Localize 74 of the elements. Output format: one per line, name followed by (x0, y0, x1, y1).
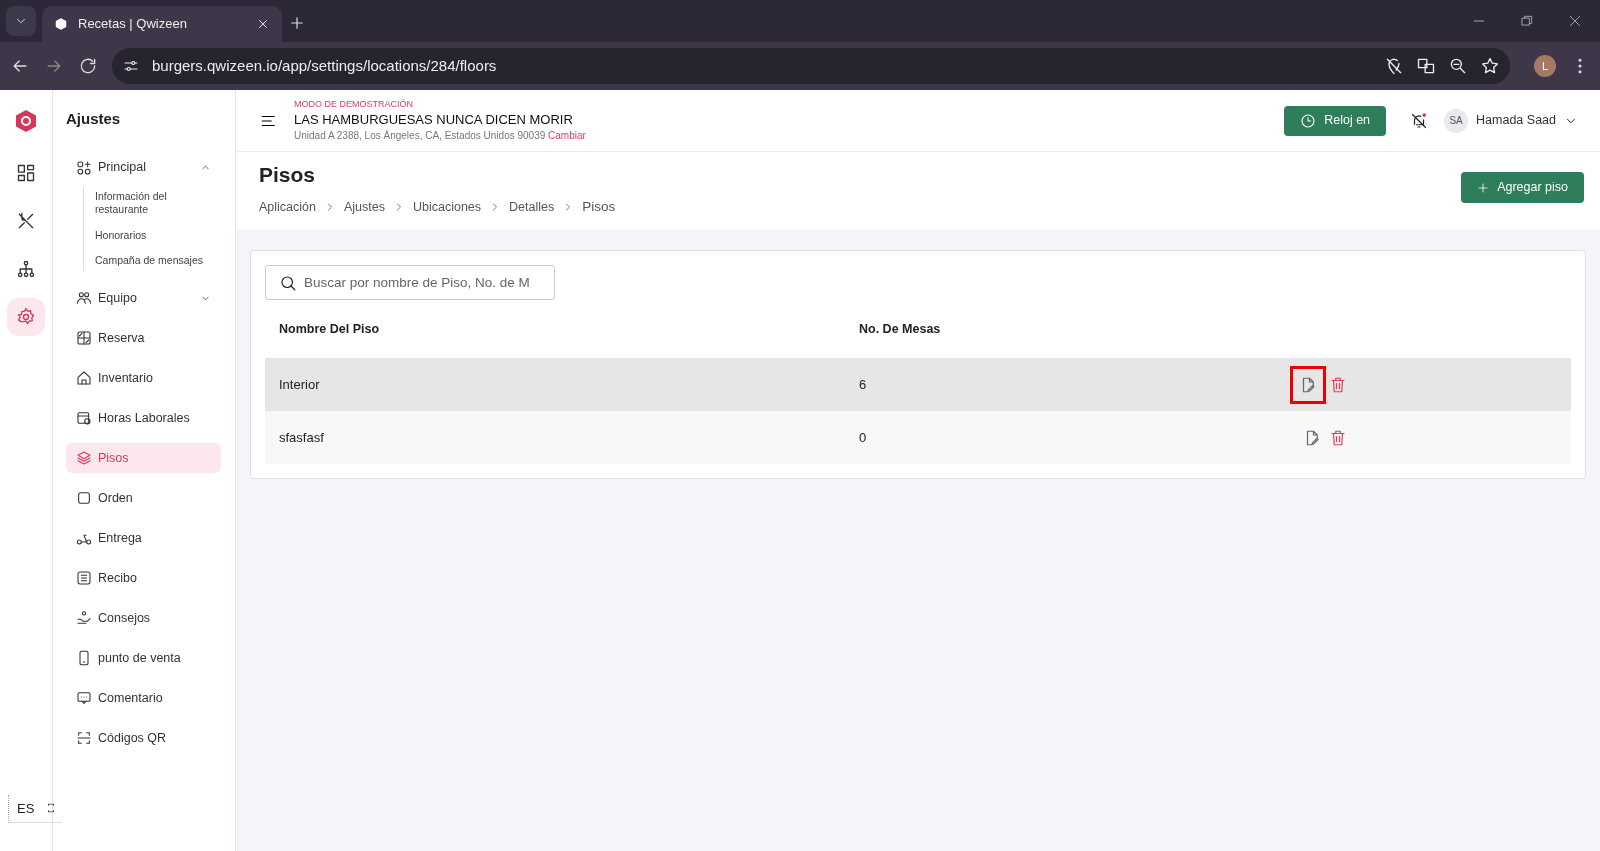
star-icon[interactable] (1480, 56, 1500, 76)
sidebar-item[interactable]: Entrega (66, 523, 221, 554)
breadcrumb-link[interactable]: Detalles (509, 197, 555, 217)
app-logo-icon[interactable] (16, 110, 36, 132)
sidebar-item[interactable]: Pisos (66, 443, 221, 474)
profile-avatar[interactable]: L (1534, 55, 1556, 77)
sidebar-group[interactable]: Equipo (66, 283, 221, 314)
breadcrumb-link[interactable]: Ajustes (344, 197, 385, 217)
list-icon (76, 570, 92, 587)
trash-icon (1329, 428, 1347, 447)
qr-frame-icon (76, 730, 92, 747)
search-icon (279, 274, 297, 293)
change-link[interactable]: Cambiar (548, 129, 586, 141)
settings-icon (16, 307, 36, 327)
sidebar-item[interactable]: Inventario (66, 363, 221, 394)
language-label[interactable]: ES (17, 798, 35, 818)
apps-icon (76, 159, 92, 176)
calendar-clock-icon (76, 410, 92, 427)
layers-icon (76, 450, 92, 467)
restore-icon[interactable] (1520, 14, 1534, 28)
reload-icon[interactable] (78, 56, 98, 76)
square-frame-icon (76, 490, 92, 507)
people-icon (76, 290, 92, 307)
sidebar-item[interactable]: punto de venta (66, 643, 221, 674)
clock-in-button[interactable]: Reloj en (1284, 105, 1387, 136)
sidebar-item[interactable]: Consejos (66, 603, 221, 634)
trash-icon (1329, 375, 1347, 394)
sidebar-item[interactable]: Reserva (66, 323, 221, 354)
table-cell: 0 (859, 430, 867, 446)
site-logo-icon (54, 17, 68, 31)
sidebar-item[interactable]: Códigos QR (66, 723, 221, 754)
restaurant-address: Unidad A 2388, Los Ángeles, CA, Estados Unidos 90039 Cambiar (294, 128, 586, 143)
sidebar-subitem[interactable]: Campaña de mensajes (95, 251, 221, 272)
add-floor-button[interactable]: Agregar piso (1461, 172, 1584, 203)
floor-plan-icon (76, 330, 92, 347)
phone-icon (76, 650, 92, 667)
column-header: Nombre Del Piso (279, 322, 380, 337)
sidebar-subitem[interactable]: Información del restaurante (95, 186, 221, 220)
sidebar-group[interactable]: Principal (66, 152, 221, 183)
clock-icon (1300, 112, 1317, 129)
search-field[interactable]: Buscar por nombre de Piso, No. de M (265, 265, 555, 301)
close-icon[interactable] (1568, 14, 1582, 28)
hierarchy-icon (16, 259, 36, 279)
house-icon (76, 370, 92, 387)
sidebar-item[interactable]: Horas Laborales (66, 403, 221, 434)
table-row[interactable]: sfasfasf 0 (265, 411, 1571, 465)
browser-tab[interactable]: Recetas | Qwizeen (42, 6, 282, 42)
sidebar-item[interactable]: Recibo (66, 563, 221, 594)
sidebar-title: Ajustes (66, 109, 122, 129)
utensils-icon (16, 211, 36, 231)
new-tab-icon[interactable] (288, 14, 306, 32)
close-icon[interactable] (256, 17, 270, 31)
breadcrumb-link[interactable]: Aplicación (259, 197, 316, 217)
sidebar-item[interactable]: Comentario (66, 683, 221, 714)
user-avatar: SA (1444, 108, 1469, 133)
breadcrumb-link[interactable]: Ubicaciones (413, 197, 482, 217)
sidebar-subitem[interactable]: Honorarios (95, 225, 221, 246)
table-cell: Interior (279, 377, 320, 393)
table-cell: sfasfasf (279, 430, 324, 446)
table-row[interactable]: Interior 6 (265, 358, 1571, 412)
location-off-icon[interactable] (1384, 56, 1404, 76)
plus-icon (1477, 181, 1490, 194)
zoom-out-icon[interactable] (1448, 56, 1468, 76)
user-name: Hamada Saad (1476, 112, 1556, 130)
column-header: No. De Mesas (859, 322, 941, 337)
table-cell: 6 (859, 377, 867, 393)
page-title: Pisos (259, 162, 317, 188)
dashboard-icon (16, 163, 36, 183)
demo-mode-label: MODO DE DEMOSTRACIÓN (294, 98, 414, 112)
edit-button[interactable] (1293, 368, 1323, 401)
restaurant-name: LAS HAMBURGUESAS NUNCA DICEN MORIR (294, 111, 574, 128)
sidebar-item[interactable]: Orden (66, 483, 221, 514)
user-menu[interactable]: SA Hamada Saad (1444, 108, 1578, 133)
comment-icon (76, 690, 92, 707)
